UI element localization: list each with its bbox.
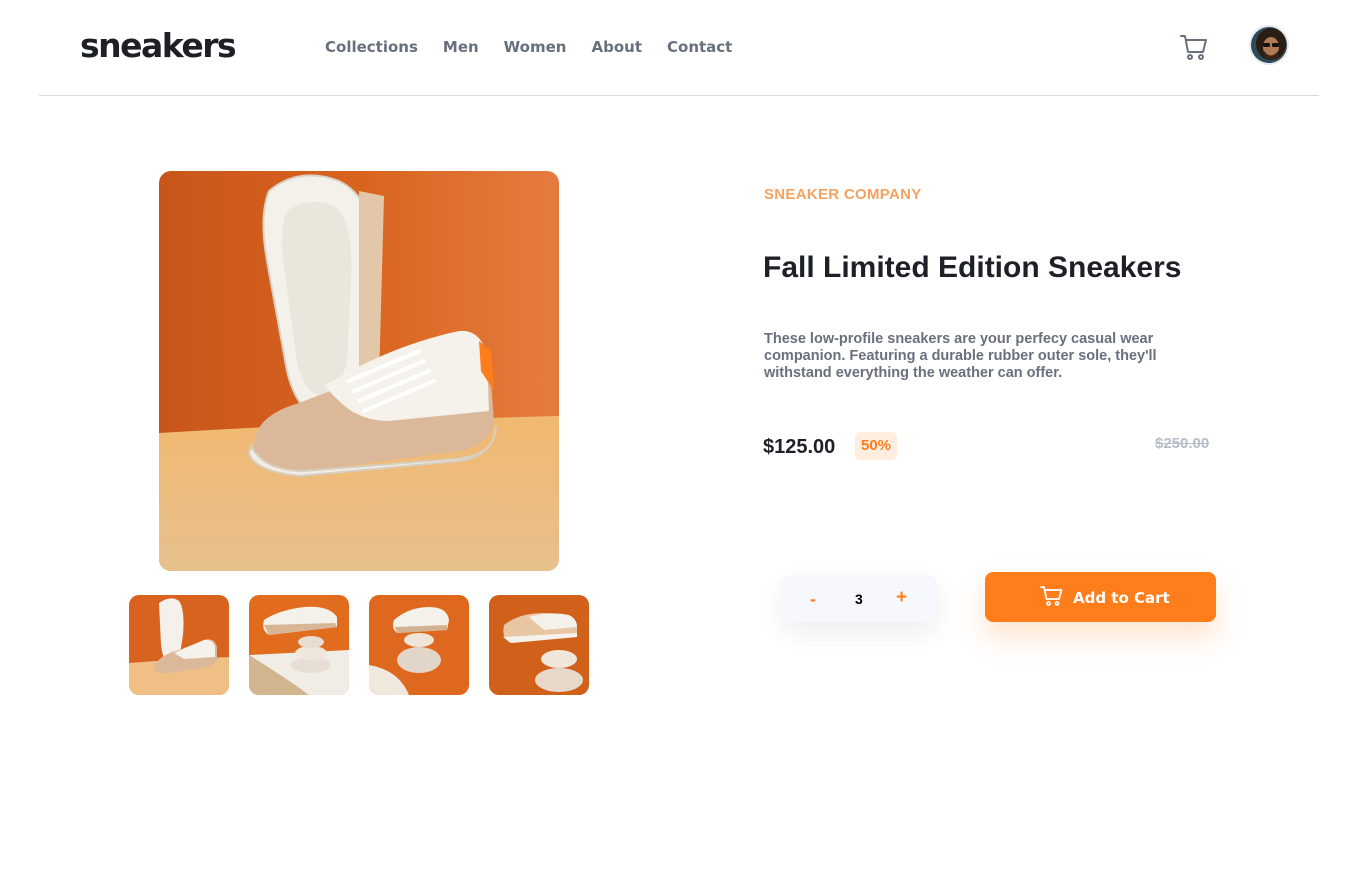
current-price: $125.00 (763, 436, 836, 458)
add-to-cart-label: Add to Cart (1073, 589, 1170, 607)
product-description: These low-profile sneakers are your perf… (764, 331, 1157, 381)
cart-icon (1040, 585, 1064, 610)
quantity-value: 3 (855, 591, 863, 607)
thumbnail-1[interactable] (129, 595, 229, 695)
add-to-cart-button[interactable]: Add to Cart (985, 572, 1216, 622)
thumbnail-4[interactable] (489, 595, 589, 695)
nav-women[interactable]: Women (504, 37, 567, 57)
nav-collections[interactable]: Collections (325, 37, 418, 57)
main-product-image[interactable] (159, 171, 559, 571)
increase-quantity-button[interactable]: + (896, 588, 907, 608)
thumbnail-2[interactable] (249, 595, 349, 695)
decrease-quantity-button[interactable]: - (810, 589, 816, 609)
site-header: sneakers Collections Men Women About Con… (39, 0, 1319, 96)
thumbnail-3[interactable] (369, 595, 469, 695)
original-price: $250.00 (1155, 435, 1210, 452)
company-name: SNEAKER COMPANY (764, 186, 922, 203)
thumbnail-list (129, 595, 589, 695)
nav-men[interactable]: Men (443, 37, 479, 57)
quantity-stepper: - 3 + (782, 575, 937, 622)
logo[interactable]: sneakers (80, 26, 237, 66)
product-title: Fall Limited Edition Sneakers (763, 251, 1182, 284)
user-avatar[interactable] (1249, 25, 1289, 65)
main-nav: Collections Men Women About Contact (325, 37, 732, 57)
discount-badge: 50% (855, 432, 897, 460)
cart-icon[interactable] (1178, 30, 1210, 62)
nav-about[interactable]: About (591, 37, 642, 57)
nav-contact[interactable]: Contact (667, 37, 732, 57)
